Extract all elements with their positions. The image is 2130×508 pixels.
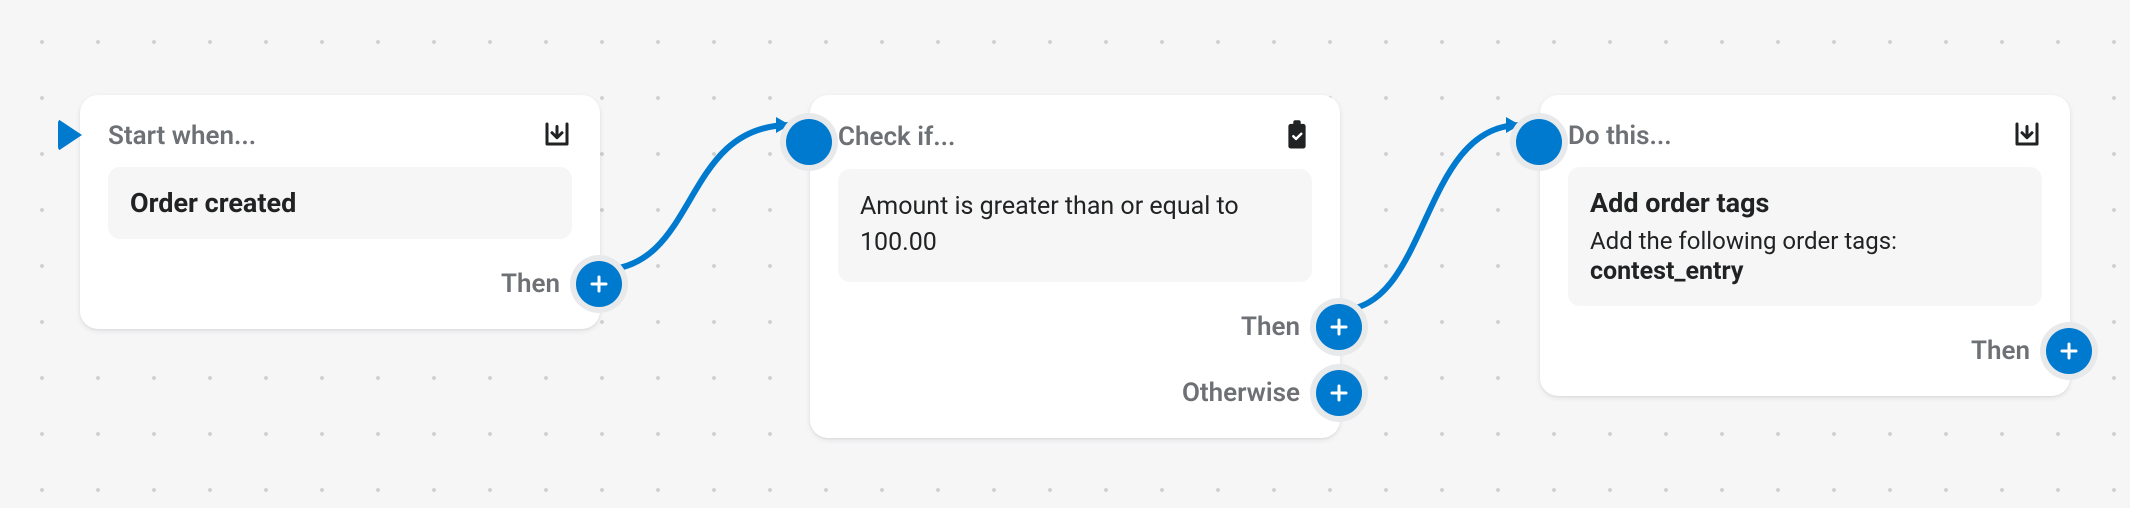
clipboard-check-icon	[1282, 119, 1312, 155]
add-step-button[interactable]	[1316, 370, 1362, 416]
input-node	[1516, 119, 1562, 165]
add-step-button[interactable]	[576, 261, 622, 307]
download-icon	[2012, 119, 2042, 153]
add-step-button[interactable]	[1316, 304, 1362, 350]
port-then-label: Then	[1971, 336, 2030, 366]
condition-card[interactable]: Check if... Amount is greater than or eq…	[810, 95, 1340, 438]
port-then-label: Then	[501, 269, 560, 299]
action-content: Add order tags Add the following order t…	[1568, 167, 2042, 306]
download-icon	[542, 119, 572, 153]
action-content-tag: contest_entry	[1590, 257, 2020, 286]
trigger-card-title: Start when...	[108, 121, 256, 151]
condition-content-text: Amount is greater than or equal to 100.0…	[860, 189, 1290, 262]
start-marker-icon	[58, 119, 82, 151]
trigger-card[interactable]: Start when... Order created Then	[80, 95, 600, 329]
add-step-button[interactable]	[2046, 328, 2092, 374]
action-content-title: Add order tags	[1590, 187, 2020, 219]
condition-content: Amount is greater than or equal to 100.0…	[838, 169, 1312, 282]
port-then-label: Then	[1241, 312, 1300, 342]
port-otherwise-label: Otherwise	[1182, 378, 1300, 408]
action-card[interactable]: Do this... Add order tags Add the follow…	[1540, 95, 2070, 396]
action-content-sub: Add the following order tags:	[1590, 227, 2020, 255]
condition-card-title: Check if...	[838, 122, 955, 152]
input-node	[786, 119, 832, 165]
trigger-content: Order created	[108, 167, 572, 239]
action-card-title: Do this...	[1568, 121, 1672, 151]
trigger-content-label: Order created	[130, 187, 550, 219]
